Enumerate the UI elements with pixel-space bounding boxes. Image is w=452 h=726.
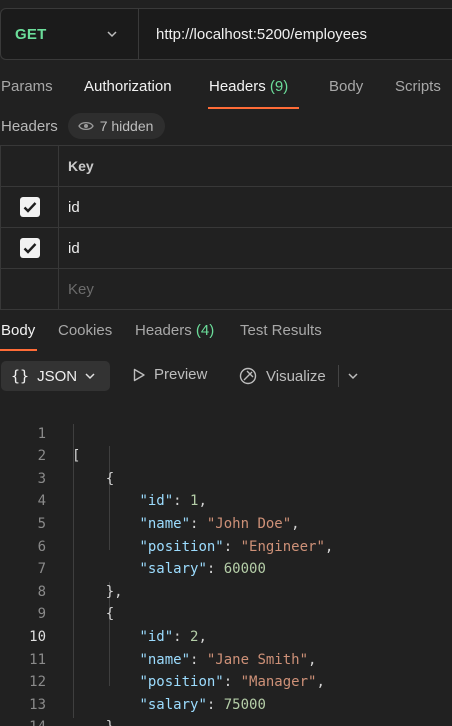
method-label: GET [15,25,47,43]
code-line: 6 "salary": 60000 [0,513,452,578]
code-line: 3 "id": 1, [0,445,452,510]
hidden-headers-count: 7 hidden [99,118,154,134]
toolbar-divider [338,365,339,387]
braces-icon: {} [11,367,30,385]
check-column-header [0,146,59,186]
eye-icon [77,121,94,131]
table-header-row: Key [0,146,452,187]
url-bar: GET http://localhost:5200/employees [0,8,452,60]
chevron-down-icon [107,31,117,38]
request-tabs: Params Authorization Headers (9) Body Sc… [0,78,452,110]
code-line: 12 "salary": 75000 [0,649,452,713]
tab-response-body[interactable]: Body [1,322,35,339]
code-line: 1 [ [0,400,452,465]
checkmark-icon [23,202,36,213]
row-checkbox-cell [0,228,59,268]
row-checkbox[interactable] [19,197,40,217]
tab-scripts[interactable]: Scripts [395,78,441,95]
row-checkbox-cell [0,187,59,227]
code-line: 5 "position": "Engineer", [0,490,452,555]
headers-table: Key id id Key [0,145,452,310]
active-tab-indicator [0,349,37,351]
headers-section-label: Headers [1,117,58,135]
method-select[interactable]: GET [1,9,139,59]
header-key-cell[interactable]: id [59,228,452,268]
tab-body[interactable]: Body [329,78,363,95]
tab-authorization[interactable]: Authorization [84,78,172,95]
line-number: 14 [0,716,46,726]
format-select[interactable]: {} JSON [1,361,110,391]
row-checkbox[interactable] [19,238,40,258]
visualize-icon [239,367,257,385]
format-label: JSON [37,367,78,385]
code-line: 10 "name": "Jane Smith", [0,603,452,668]
checkmark-icon [23,243,36,254]
tab-response-headers-count: (4) [195,322,215,339]
visualize-label: Visualize [266,367,326,385]
play-icon [133,368,145,381]
preview-button[interactable]: Preview [132,366,207,383]
tab-headers[interactable]: Headers (9) [209,78,288,95]
tab-response-headers[interactable]: Headers (4) [135,322,214,339]
code-line: 8 { [0,558,452,623]
active-tab-indicator [208,107,299,109]
tab-headers-label: Headers [209,78,266,95]
headers-label-row: Headers 7 hidden [0,112,166,140]
row-checkbox-cell [0,269,59,309]
new-header-row: Key [0,269,452,310]
code-line: 11 "position": "Manager", [0,626,452,691]
code-text: } [72,716,114,726]
tab-response-headers-label: Headers [135,322,192,339]
code-line: 4 "name": "John Doe", [0,468,452,532]
key-column-header: Key [68,158,94,174]
new-key-input[interactable]: Key [59,269,452,309]
hidden-headers-toggle[interactable]: 7 hidden [67,113,166,139]
preview-label: Preview [154,366,208,383]
code-line: 14 ] [0,694,452,726]
tab-test-results[interactable]: Test Results [240,322,322,339]
chevron-down-icon [85,373,95,380]
tab-headers-count: (9) [269,78,289,95]
code-line: 2 { [0,423,452,487]
header-key-cell[interactable]: id [59,187,452,227]
response-body-editor[interactable]: 1 [ 2 { 3 "id": 1, 4 "name": "John Doe",… [0,400,452,726]
code-line: 13 } [0,671,452,726]
visualize-button[interactable]: Visualize [238,366,326,386]
tab-params[interactable]: Params [1,78,53,95]
table-row: id [0,187,452,228]
tab-cookies[interactable]: Cookies [58,322,112,339]
code-line: 9 "id": 2, [0,581,452,645]
chevron-down-icon[interactable] [347,370,359,382]
table-row: id [0,228,452,269]
url-input[interactable]: http://localhost:5200/employees [139,26,367,43]
postman-request-view: GET http://localhost:5200/employees Para… [0,0,452,726]
response-tabs: Body Cookies Headers (4) Test Results [0,320,452,352]
code-line: 7 }, [0,536,452,600]
response-toolbar: {} JSON Preview Visualize [0,361,452,391]
